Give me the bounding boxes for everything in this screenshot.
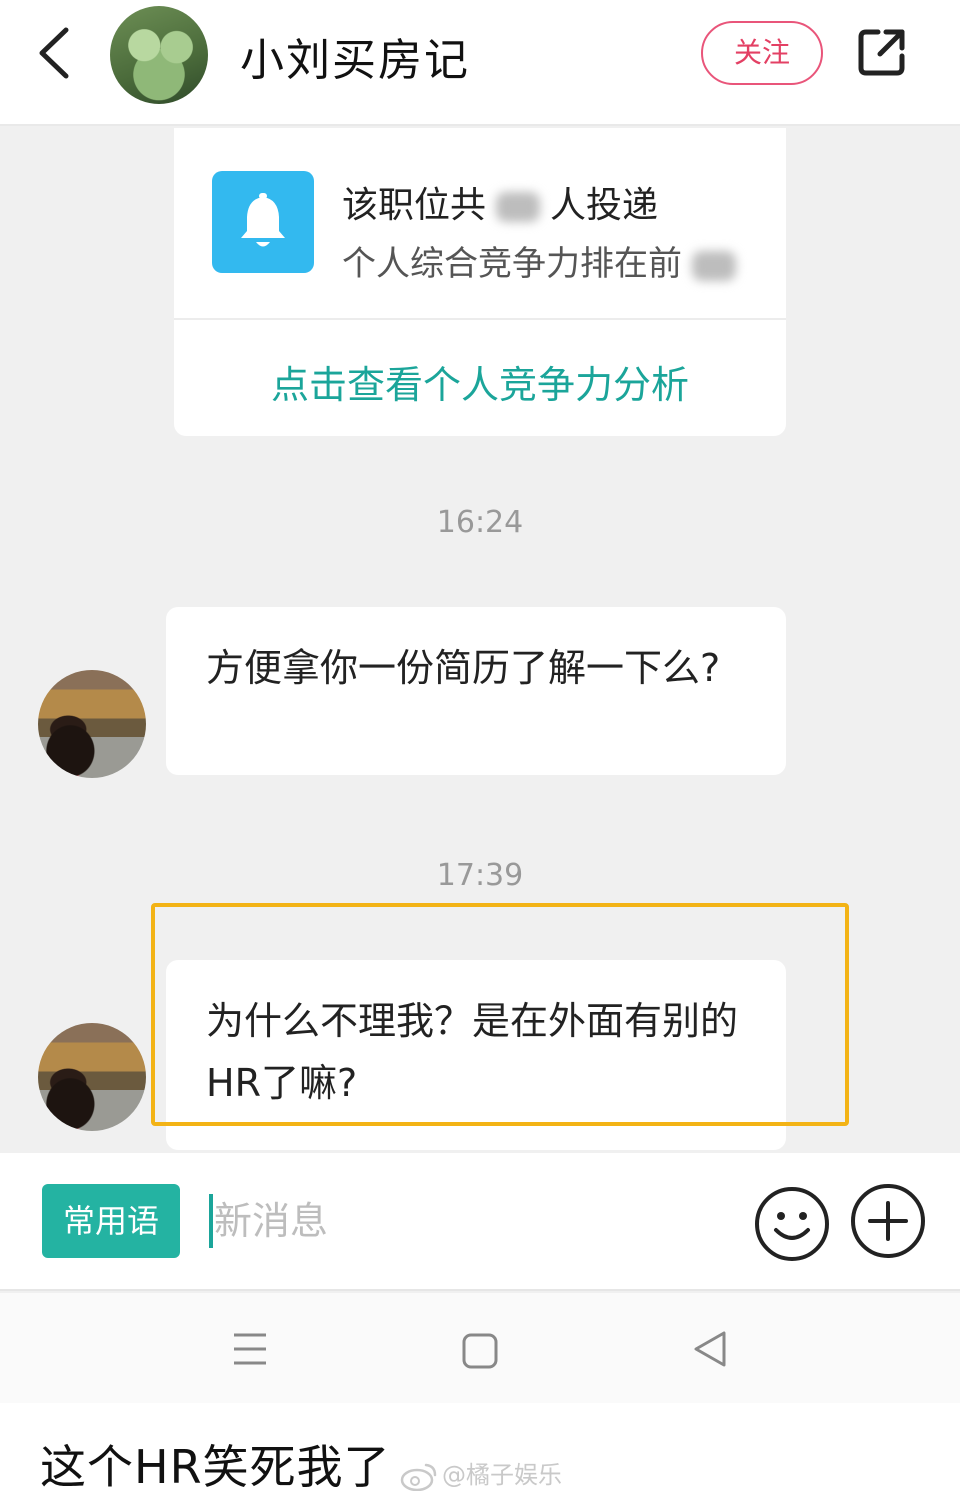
applicants-count-text: 该职位共 人投递	[342, 185, 659, 226]
timestamp: 16:24	[436, 505, 524, 540]
emoji-icon[interactable]	[754, 1186, 830, 1262]
contact-name: 小刘买房记	[240, 35, 470, 86]
system-nav-bar	[0, 1293, 960, 1403]
timestamp: 17:39	[436, 858, 524, 893]
sender-avatar[interactable]	[38, 1023, 146, 1131]
plus-icon[interactable]	[850, 1183, 926, 1259]
weibo-icon	[400, 1461, 438, 1492]
rank-position-text: 个人综合竞争力排在前	[342, 236, 746, 285]
blurred-number	[496, 192, 541, 222]
menu-icon[interactable]	[230, 1331, 270, 1367]
bell-icon	[212, 171, 314, 273]
back-arrow-icon[interactable]	[30, 22, 80, 84]
message-bubble[interactable]: 方便拿你一份简历了解一下么?	[166, 607, 786, 775]
caption-text: 这个HR笑死我了	[40, 1440, 391, 1494]
chat-header: 小刘买房记 关注	[0, 0, 960, 126]
home-icon[interactable]	[460, 1331, 500, 1371]
nav-back-icon[interactable]	[690, 1329, 730, 1369]
blurred-number	[692, 250, 736, 281]
competitiveness-analysis-link[interactable]: 点击查看个人竞争力分析	[174, 354, 786, 409]
divider	[174, 318, 786, 320]
sender-avatar[interactable]	[38, 670, 146, 778]
message-input-bar: 常用语	[0, 1153, 960, 1291]
caption-area: 这个HR笑死我了 @橘子娱乐	[0, 1403, 960, 1494]
watermark: @橘子娱乐	[400, 1455, 562, 1492]
contact-avatar[interactable]	[110, 6, 208, 104]
common-phrases-button[interactable]: 常用语	[42, 1184, 180, 1258]
competitiveness-card: 该职位共 人投递 个人综合竞争力排在前 点击查看个人竞争力分析	[174, 128, 786, 436]
text-cursor	[209, 1194, 213, 1248]
share-icon[interactable]	[856, 26, 908, 78]
message-input[interactable]	[214, 1191, 714, 1251]
highlight-frame	[151, 903, 849, 1126]
follow-button[interactable]: 关注	[701, 21, 823, 85]
